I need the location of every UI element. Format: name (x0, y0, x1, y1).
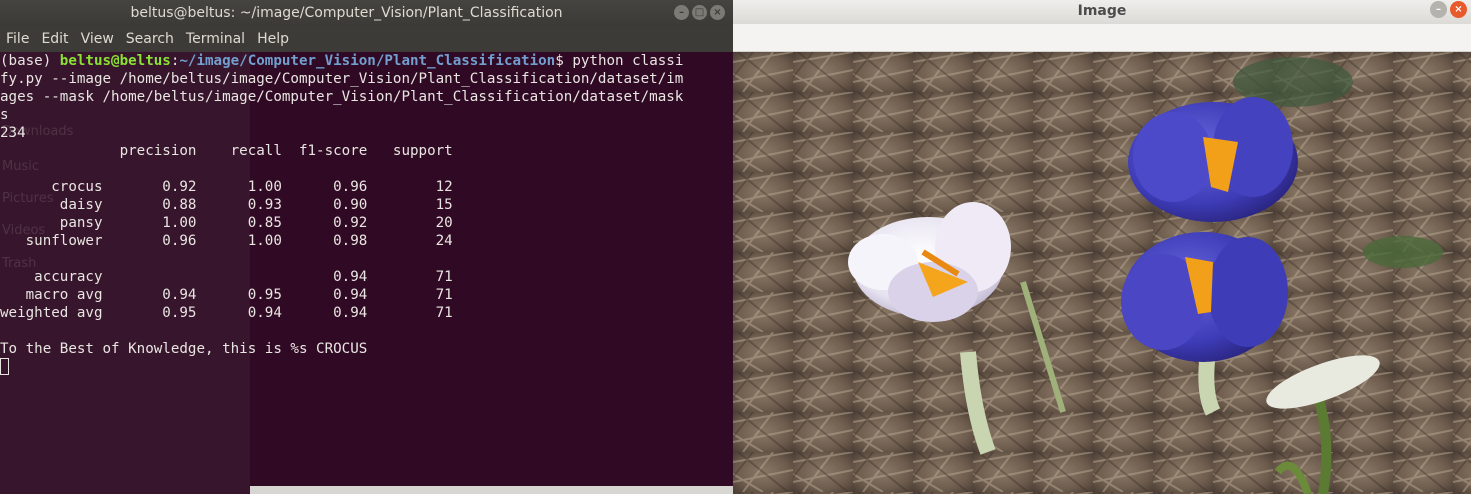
image-window-title: Image (1077, 3, 1127, 19)
prediction-line: To the Best of Knowledge, this is %s CRO… (0, 341, 368, 357)
output-line: 234 (0, 125, 26, 141)
prompt-line: (base) beltus@beltus:~/image/Computer_Vi… (0, 52, 683, 70)
close-icon[interactable]: × (1450, 1, 1467, 18)
report-row-weighted-avg: weighted avg 0.95 0.94 0.94 71 (0, 305, 453, 321)
prompt-path: ~/image/Computer_Vision/Plant_Classifica… (179, 53, 556, 69)
crocus-photo (733, 52, 1471, 494)
maximize-icon[interactable]: □ (692, 5, 707, 20)
menu-file[interactable]: File (0, 26, 35, 52)
menu-edit[interactable]: Edit (35, 26, 74, 52)
prompt-user: beltus@beltus (59, 53, 171, 69)
prompt-prefix: (base) (0, 53, 60, 69)
output-line: fy.py --image /home/beltus/image/Compute… (0, 71, 684, 87)
report-row-daisy: daisy 0.88 0.93 0.90 15 (0, 197, 453, 213)
report-row-accuracy: accuracy 0.94 71 (0, 269, 453, 285)
image-toolbar (733, 24, 1471, 52)
close-icon[interactable]: × (710, 5, 725, 20)
minimize-icon[interactable]: – (674, 5, 689, 20)
output-line: s (0, 107, 9, 123)
report-row-pansy: pansy 1.00 0.85 0.92 20 (0, 215, 453, 231)
terminal-title: beltus@beltus: ~/image/Computer_Vision/P… (130, 5, 563, 21)
report-row-crocus: crocus 0.92 1.00 0.96 12 (0, 179, 453, 195)
prompt-command: $ python classi (555, 53, 684, 69)
minimize-icon[interactable]: – (1430, 1, 1447, 18)
terminal-cursor (0, 358, 9, 375)
terminal-titlebar[interactable]: beltus@beltus: ~/image/Computer_Vision/P… (0, 0, 733, 26)
flower-image (733, 52, 1471, 494)
report-row-macro-avg: macro avg 0.94 0.95 0.94 71 (0, 287, 453, 303)
image-titlebar[interactable]: Image – × (733, 0, 1471, 24)
terminal-menubar: File Edit View Search Terminal Help (0, 26, 733, 52)
image-window[interactable]: Image – × (733, 0, 1471, 494)
menu-terminal[interactable]: Terminal (180, 26, 251, 52)
output-line: ages --mask /home/beltus/image/Computer_… (0, 89, 684, 105)
terminal-window[interactable]: beltus@beltus: ~/image/Computer_Vision/P… (0, 0, 733, 494)
menu-search[interactable]: Search (120, 26, 180, 52)
background-window-edge (250, 486, 733, 494)
report-row-sunflower: sunflower 0.96 1.00 0.98 24 (0, 233, 453, 249)
menu-view[interactable]: View (75, 26, 120, 52)
menu-help[interactable]: Help (251, 26, 295, 52)
terminal-output[interactable]: (base) beltus@beltus:~/image/Computer_Vi… (0, 52, 733, 494)
report-header: precision recall f1-score support (0, 143, 453, 159)
